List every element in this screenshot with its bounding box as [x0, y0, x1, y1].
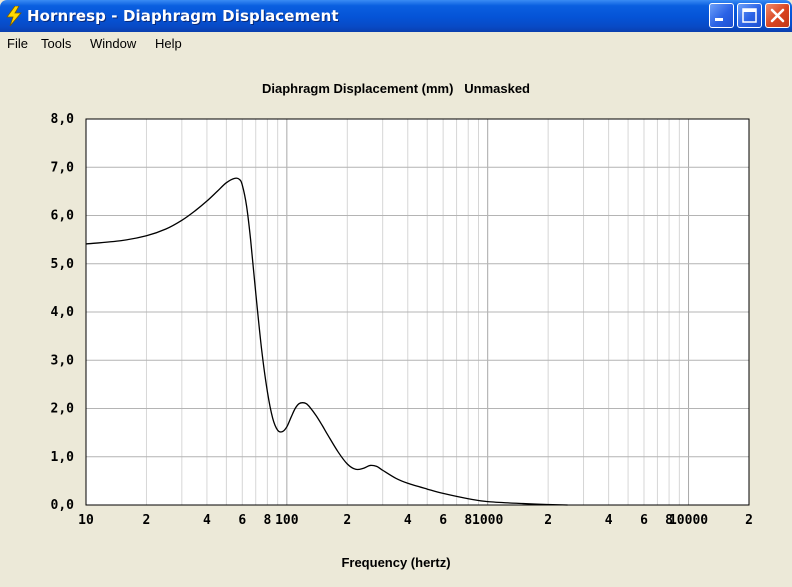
lightning-bolt-icon: [6, 6, 22, 26]
x-tick-label: 4: [203, 513, 211, 528]
y-tick-label: 8,0: [51, 112, 75, 127]
window-title: Hornresp - Diaphragm Displacement: [27, 7, 339, 25]
y-tick-label: 6,0: [51, 209, 75, 224]
y-tick-label: 1,0: [51, 450, 75, 465]
hornresp-window: Hornresp - Diaphragm Displacement File T…: [0, 0, 792, 587]
x-tick-label: 4: [605, 513, 613, 528]
x-tick-label: 6: [439, 513, 447, 528]
y-tick-label: 5,0: [51, 257, 75, 272]
menu-file[interactable]: File: [7, 36, 28, 51]
y-tick-label: 3,0: [51, 353, 75, 368]
maximize-icon: [742, 8, 757, 23]
y-tick-label: 2,0: [51, 402, 75, 417]
title-bar[interactable]: Hornresp - Diaphragm Displacement: [0, 0, 792, 32]
x-tick-label: 2: [544, 513, 552, 528]
close-icon: [770, 8, 785, 23]
minimize-icon: [715, 18, 723, 21]
x-tick-label: 1000: [472, 513, 503, 528]
x-tick-label: 100: [275, 513, 299, 528]
x-tick-label: 2: [143, 513, 151, 528]
menu-bar: File Tools Window Help: [0, 32, 792, 56]
y-tick-label: 7,0: [51, 160, 75, 175]
x-tick-label: 6: [238, 513, 246, 528]
maximize-button[interactable]: [737, 3, 762, 28]
menu-help[interactable]: Help: [155, 36, 182, 51]
x-tick-label: 2: [343, 513, 351, 528]
displacement-chart: 0,01,02,03,04,05,06,07,08,010 2 4 6 8 100 2 4 6 8…: [51, 112, 753, 528]
x-tick-label: 4: [404, 513, 412, 528]
x-axis-label: Frequency (hertz): [341, 555, 451, 570]
chart-area: Diaphragm Displacement (mm) Unmasked 0,0…: [0, 56, 792, 587]
x-tick-label: 8: [263, 513, 271, 528]
x-tick-label: 10000: [669, 513, 708, 528]
x-tick-label: 10: [78, 513, 94, 528]
close-button[interactable]: [765, 3, 790, 28]
x-tick-label: 2: [745, 513, 753, 528]
menu-tools[interactable]: Tools: [41, 36, 71, 51]
x-tick-label: 6: [640, 513, 648, 528]
y-tick-label: 4,0: [51, 305, 75, 320]
y-tick-label: 0,0: [51, 498, 75, 513]
menu-window[interactable]: Window: [90, 36, 136, 51]
minimize-button[interactable]: [709, 3, 734, 28]
